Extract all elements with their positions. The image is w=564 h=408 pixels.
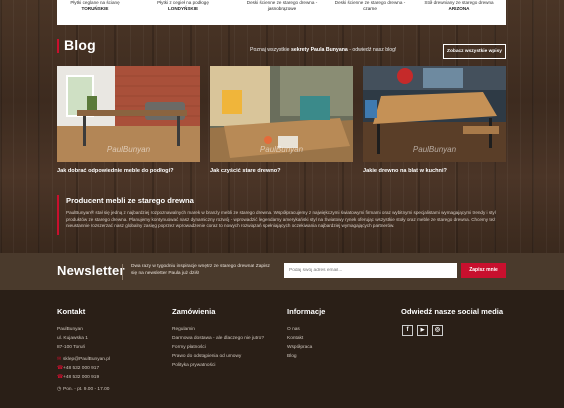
product-model: TORUŃSKIE	[81, 5, 109, 11]
watermark: PaulBunyan	[259, 145, 304, 154]
opening-hours: ◷ Pon. - pt. 9.00 - 17.00	[57, 385, 110, 394]
footer-heading: Kontakt	[57, 307, 86, 316]
blog-post-title[interactable]: Jak dobrać odpowiednie meble do podłogi?	[57, 168, 174, 174]
all-posts-button[interactable]: Zobacz wszystkie wpisy	[443, 44, 506, 59]
footer-link[interactable]: Polityka prywatności	[172, 361, 264, 370]
product-name: Płytki ceglane na ścianę	[70, 0, 120, 5]
footer-orders: Zamówienia Regulamin Darmowa dostawa - a…	[172, 307, 264, 370]
product-link[interactable]: Deski ścienne ze starego drewna - czarne	[329, 0, 411, 11]
email-text: sklep@PaulBunyan.pl	[63, 357, 111, 362]
product-link[interactable]: Stół drewniany ze starego drewna ARIZONA	[415, 0, 503, 11]
footer-link[interactable]: Prawo do odstąpienia od umowy	[172, 352, 264, 361]
blog-card-image[interactable]: PaulBunyan	[210, 66, 353, 162]
footer-link[interactable]: Darmowa dostawa - ale dlaczego nie jutro…	[172, 334, 264, 343]
product-name: Deski ścienne ze starego drewna -	[246, 0, 318, 5]
blog-desc-bold: sekrety Paula Bunyana	[290, 47, 348, 53]
instagram-icon[interactable]: ◎	[432, 325, 443, 336]
footer-info: Informacje O nas Kontakt Współpraca Blog	[287, 307, 325, 361]
newsletter-divider	[122, 264, 123, 280]
hours-text: Pon. - pt. 9.00 - 17.00	[63, 387, 110, 392]
email-link[interactable]: ✉ sklep@PaulBunyan.pl	[57, 355, 110, 364]
facebook-icon[interactable]: f	[402, 325, 413, 336]
product-name: Stół drewniany ze starego drewna	[424, 0, 494, 5]
product-link[interactable]: Deski ścienne ze starego drewna - jasnob…	[241, 0, 323, 11]
phone-link[interactable]: ☎+48 532 000 919	[57, 373, 110, 382]
address-street: ul. Kujawska 1	[57, 336, 88, 341]
newsletter-text: Dwa razy w tygodniu inspiracje wnętrz ze…	[131, 264, 270, 276]
product-link[interactable]: Płytki z cegieł na podłogę LONDYŃSKIE	[143, 0, 223, 11]
watermark: PaulBunyan	[412, 145, 457, 154]
blog-desc-suffix: - odwiedź nasz blog!	[347, 47, 397, 53]
phone-text: +48 532 000 919	[63, 375, 100, 380]
product-name: Płytki z cegieł na podłogę	[157, 0, 209, 5]
product-strip: Płytki ceglane na ścianę TORUŃSKIE Płytk…	[57, 0, 506, 25]
address-city: 87-100 Toruń	[57, 345, 86, 350]
company-name: PaulBunyan	[57, 327, 83, 332]
product-name: Deski ścienne ze starego drewna -	[334, 0, 406, 5]
blog-post-title[interactable]: Jakie drewno na blat w kuchni?	[363, 168, 447, 174]
footer-link[interactable]: Współpraca	[287, 343, 325, 352]
footer-link[interactable]: Regulamin	[172, 325, 264, 334]
footer-heading: Informacje	[287, 307, 326, 316]
phone-text: +48 532 000 917	[63, 366, 100, 371]
blog-desc-prefix: Poznaj wszystkie	[250, 47, 291, 53]
footer-contact: Kontakt PaulBunyan ul. Kujawska 1 87-100…	[57, 307, 110, 394]
footer-heading: Odwiedź nasze social media	[401, 307, 504, 316]
newsletter-email-input[interactable]	[284, 263, 457, 278]
phone-link[interactable]: ☎+48 532 000 917	[57, 364, 110, 373]
producer-text: PaulBunyan® stał się jedną z najbardziej…	[66, 210, 496, 229]
product-model: ARIZONA	[448, 5, 470, 11]
blog-title: Blog	[64, 37, 96, 53]
product-model: czarne	[363, 5, 377, 11]
footer-heading: Zamówienia	[172, 307, 216, 316]
product-model: LONDYŃSKIE	[167, 5, 199, 11]
product-model: jasnobrązowe	[267, 5, 297, 11]
newsletter-title: Newsletter	[57, 263, 125, 278]
newsletter-submit-button[interactable]: Zapisz mnie	[461, 263, 506, 278]
footer-link[interactable]: O nas	[287, 325, 325, 334]
blog-description: Poznaj wszystkie sekrety Paula Bunyana -…	[250, 47, 397, 53]
footer-link[interactable]: Formy płatności	[172, 343, 264, 352]
producer-title: Producent mebli ze starego drewna	[66, 196, 194, 205]
footer-link[interactable]: Kontakt	[287, 334, 325, 343]
producer-accent-bar	[57, 195, 59, 235]
youtube-icon[interactable]: ▶	[417, 325, 428, 336]
blog-post-title[interactable]: Jak czyścić stare drewno?	[210, 168, 281, 174]
blog-accent-bar	[57, 39, 59, 53]
watermark: PaulBunyan	[106, 145, 151, 154]
footer-link[interactable]: Blog	[287, 352, 325, 361]
blog-card-image[interactable]: PaulBunyan	[363, 66, 506, 162]
product-link[interactable]: Płytki ceglane na ścianę TORUŃSKIE	[55, 0, 135, 11]
blog-card-image[interactable]: PaulBunyan	[57, 66, 200, 162]
footer-social: Odwiedź nasze social media	[401, 307, 503, 325]
